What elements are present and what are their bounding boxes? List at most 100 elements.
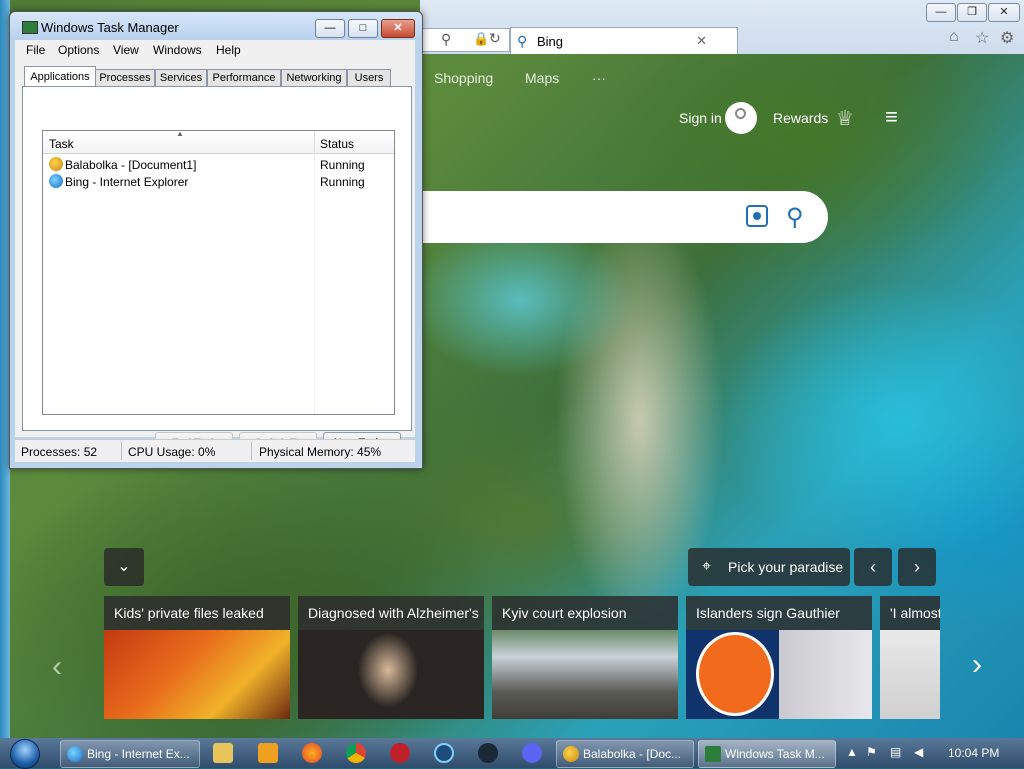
news-thumbnail <box>686 630 872 719</box>
taskbar-item-label: Balabolka - [Doc... <box>583 747 682 761</box>
steam-icon[interactable] <box>478 743 498 763</box>
ie-restore-button[interactable]: ❐ <box>957 3 987 22</box>
news-card[interactable]: Islanders sign Gauthier <box>686 596 872 719</box>
task-manager-titlebar[interactable]: Windows Task Manager — □ ✕ <box>10 12 422 40</box>
bing-search-box[interactable]: ⚲ <box>418 191 828 243</box>
news-caption: Kids' private files leaked <box>114 605 264 621</box>
bing-nav-shopping[interactable]: Shopping <box>434 70 493 86</box>
bing-nav-maps[interactable]: Maps <box>525 70 559 86</box>
search-icon[interactable]: ⚲ <box>786 203 804 232</box>
previous-image-button[interactable]: ‹ <box>854 548 892 586</box>
firefox-icon[interactable] <box>302 743 322 763</box>
browser-tab[interactable]: ⚲ Bing ✕ <box>510 27 738 54</box>
favorites-icon[interactable]: ☆ <box>975 28 989 48</box>
status-divider <box>251 442 252 460</box>
task-name: Balabolka - [Document1] <box>65 158 197 172</box>
close-button[interactable]: ✕ <box>381 19 415 38</box>
menu-options[interactable]: Options <box>58 43 99 57</box>
table-row[interactable]: Balabolka - [Document1] Running <box>43 156 394 173</box>
news-next-arrow-icon[interactable]: › <box>972 648 982 682</box>
hamburger-menu-icon[interactable]: ≡ <box>885 104 898 130</box>
start-button[interactable] <box>6 738 44 769</box>
media-player-icon[interactable] <box>258 743 278 763</box>
explorer-folder-icon[interactable] <box>213 743 233 763</box>
column-task[interactable]: Task <box>49 137 74 151</box>
chrome-icon[interactable] <box>346 743 366 763</box>
menu-view[interactable]: View <box>113 43 139 57</box>
ccleaner-icon[interactable] <box>434 743 454 763</box>
address-bar[interactable]: ⚲ 🔒 ↻ <box>422 28 510 52</box>
ie-minimize-button[interactable]: — <box>926 3 956 22</box>
show-hidden-icons-arrow[interactable]: ▲ <box>846 745 858 759</box>
status-cpu: CPU Usage: 0% <box>128 445 216 459</box>
islanders-logo-icon <box>696 632 774 716</box>
discord-icon[interactable] <box>522 743 542 763</box>
collapse-chevron-button[interactable]: ⌄ <box>104 548 144 586</box>
menu-file[interactable]: File <box>26 43 45 57</box>
maximize-button[interactable]: □ <box>348 19 378 38</box>
task-status: Running <box>320 158 365 172</box>
menu-windows[interactable]: Windows <box>153 43 202 57</box>
column-divider[interactable] <box>314 131 315 153</box>
menu-help[interactable]: Help <box>216 43 241 57</box>
table-row[interactable]: Bing - Internet Explorer Running <box>43 173 394 190</box>
news-card[interactable]: 'I almost <box>880 596 940 719</box>
task-manager-window: Windows Task Manager — □ ✕ File Options … <box>9 11 423 469</box>
status-bar: Processes: 52 CPU Usage: 0% Physical Mem… <box>15 439 415 462</box>
search-icon[interactable]: ⚲ <box>441 31 451 48</box>
volume-muted-icon[interactable]: ◀ <box>914 745 923 759</box>
visual-search-icon[interactable] <box>746 205 768 227</box>
task-manager-body: Applications Processes Services Performa… <box>15 61 415 454</box>
news-card[interactable]: Diagnosed with Alzheimer's <box>298 596 484 719</box>
news-caption: Islanders sign Gauthier <box>696 605 840 621</box>
news-card[interactable]: Kids' private files leaked <box>104 596 290 719</box>
news-caption: Kyiv court explosion <box>502 605 627 621</box>
taskbar: Bing - Internet Ex... Balabolka - [Doc..… <box>0 738 1024 769</box>
settings-gear-icon[interactable]: ⚙ <box>1000 28 1014 48</box>
network-icon[interactable]: ▤ <box>890 745 901 759</box>
tab-services[interactable]: Services <box>155 69 207 87</box>
task-status: Running <box>320 175 365 189</box>
bing-logo-icon: ⚲ <box>517 33 528 49</box>
clock[interactable]: 10:04 PM <box>948 746 999 760</box>
tab-applications[interactable]: Applications <box>24 66 96 88</box>
news-thumbnail <box>298 630 484 719</box>
news-thumbnail <box>880 630 940 719</box>
tab-title: Bing <box>537 34 564 49</box>
task-list-header: ▲ Task Status <box>43 129 394 154</box>
task-manager-icon <box>22 21 38 34</box>
action-center-flag-icon[interactable]: ⚑ <box>866 745 877 759</box>
status-memory: Physical Memory: 45% <box>259 445 382 459</box>
tab-processes[interactable]: Processes <box>95 69 155 87</box>
news-prev-arrow-icon[interactable]: ‹ <box>52 650 62 684</box>
taskbar-item-ie[interactable]: Bing - Internet Ex... <box>60 740 200 768</box>
column-status[interactable]: Status <box>320 137 354 151</box>
lock-icon: 🔒 <box>473 31 490 46</box>
news-card[interactable]: Kyiv court explosion <box>492 596 678 719</box>
task-list[interactable]: ▲ Task Status Balabolka - [Document1] Ru… <box>42 129 395 415</box>
ie-close-button[interactable]: ✕ <box>988 3 1020 22</box>
location-pin-icon: ⌖ <box>702 558 712 575</box>
sign-in-link[interactable]: Sign in <box>679 110 722 126</box>
home-icon[interactable]: ⌂ <box>949 28 959 46</box>
next-image-button[interactable]: › <box>898 548 936 586</box>
tab-performance[interactable]: Performance <box>207 69 281 87</box>
app-red-icon[interactable] <box>390 743 410 763</box>
rewards-trophy-icon[interactable]: ♕ <box>836 106 854 131</box>
taskbar-item-task-manager[interactable]: Windows Task M... <box>698 740 836 768</box>
bing-nav-more[interactable]: ··· <box>592 70 606 86</box>
pick-paradise-label: Pick your paradise <box>728 559 844 575</box>
news-thumbnail <box>492 630 678 719</box>
taskbar-item-balabolka[interactable]: Balabolka - [Doc... <box>556 740 694 768</box>
tab-users[interactable]: Users <box>347 69 391 87</box>
status-divider <box>121 442 122 460</box>
close-tab-icon[interactable]: ✕ <box>696 33 707 49</box>
rewards-link[interactable]: Rewards <box>773 110 828 126</box>
ie-icon <box>49 174 63 188</box>
menu-bar: File Options View Windows Help <box>15 40 415 61</box>
minimize-button[interactable]: — <box>315 19 345 38</box>
refresh-icon[interactable]: ↻ <box>489 30 501 47</box>
avatar-icon[interactable] <box>725 102 757 134</box>
tab-networking[interactable]: Networking <box>281 69 347 87</box>
pick-your-paradise-button[interactable]: ⌖ Pick your paradise <box>688 548 850 586</box>
